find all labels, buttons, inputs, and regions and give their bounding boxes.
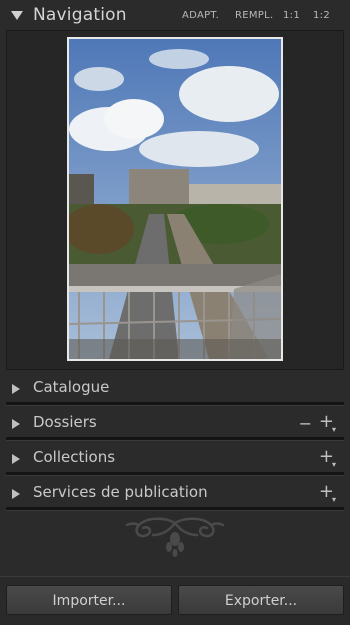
expand-triangle-icon[interactable]	[12, 454, 20, 464]
panel-label: Services de publication	[33, 483, 208, 501]
panel-label: Catalogue	[33, 378, 110, 396]
panel-divider	[6, 472, 344, 476]
zoom-fill-option[interactable]: REMPL.	[235, 10, 273, 21]
panel-collections[interactable]: Collections +▾	[0, 442, 350, 476]
panel-dossiers[interactable]: Dossiers − +▾	[0, 407, 350, 441]
panel-publish-services[interactable]: Services de publication +▾	[0, 477, 350, 511]
panel-divider	[6, 437, 344, 441]
panel-divider	[6, 402, 344, 406]
navigation-title: Navigation	[33, 5, 127, 25]
expand-triangle-icon[interactable]	[12, 419, 20, 429]
panel-label: Collections	[33, 448, 116, 466]
export-button[interactable]: Exporter...	[178, 585, 344, 615]
import-button[interactable]: Importer...	[6, 585, 172, 615]
add-publish-service-icon[interactable]: +▾	[319, 483, 338, 505]
zoom-fit-option[interactable]: ADAPT.	[182, 10, 219, 21]
collapse-triangle-icon[interactable]	[11, 11, 23, 20]
panel-end-ornament-icon	[125, 515, 225, 559]
add-collection-icon[interactable]: +▾	[319, 448, 338, 470]
panel-label: Dossiers	[33, 413, 97, 431]
panel-catalogue[interactable]: Catalogue	[0, 372, 350, 406]
add-folder-icon[interactable]: +▾	[319, 413, 338, 435]
zoom-1-2-option[interactable]: 1:2	[313, 10, 330, 21]
navigator-preview[interactable]	[6, 30, 344, 370]
panel-divider	[6, 507, 344, 511]
bottom-bar: Importer... Exporter...	[0, 576, 350, 625]
remove-folder-icon[interactable]: −	[299, 416, 312, 432]
expand-triangle-icon[interactable]	[12, 384, 20, 394]
photo-thumbnail[interactable]	[67, 37, 283, 361]
expand-triangle-icon[interactable]	[12, 489, 20, 499]
navigation-header[interactable]: Navigation ADAPT. REMPL. 1:1 1:2	[0, 0, 350, 30]
zoom-1-1-option[interactable]: 1:1	[283, 10, 300, 21]
